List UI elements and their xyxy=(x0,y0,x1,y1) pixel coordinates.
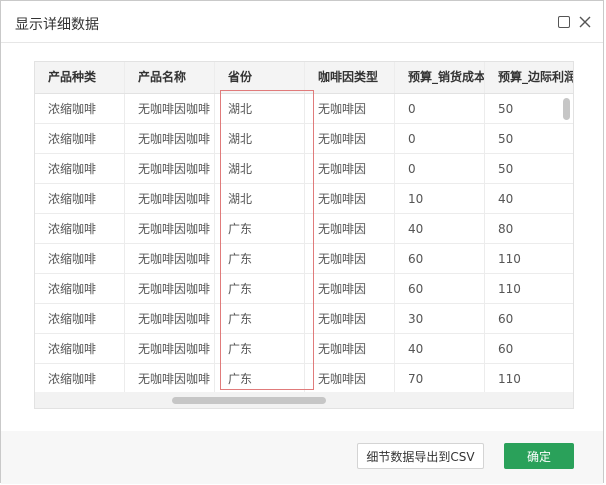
table-cell: 无咖啡因咖啡 xyxy=(125,184,215,214)
table-cell: 无咖啡因 xyxy=(305,184,395,214)
table-row[interactable]: 浓缩咖啡 无咖啡因咖啡 湖北 无咖啡因 0 50 xyxy=(35,94,573,124)
column-header[interactable]: 产品名称 xyxy=(125,62,215,93)
table-cell: 无咖啡因 xyxy=(305,154,395,184)
table-cell: 湖北 xyxy=(215,124,305,154)
table-cell: 80 xyxy=(485,214,573,244)
table-cell: 50 xyxy=(485,154,573,184)
column-header[interactable]: 产品种类 xyxy=(35,62,125,93)
table-cell: 30 xyxy=(395,304,485,334)
horizontal-scrollbar[interactable] xyxy=(172,397,326,404)
table-cell: 湖北 xyxy=(215,154,305,184)
table-cell: 10 xyxy=(395,184,485,214)
column-header[interactable]: 预算_边际利润 xyxy=(485,62,573,93)
dialog-footer: 细节数据导出到CSV 确定 xyxy=(1,431,603,484)
table-row[interactable]: 浓缩咖啡 无咖啡因咖啡 广东 无咖啡因 40 80 xyxy=(35,214,573,244)
column-header[interactable]: 咖啡因类型 xyxy=(305,62,395,93)
table-row[interactable]: 浓缩咖啡 无咖啡因咖啡 广东 无咖啡因 60 110 xyxy=(35,244,573,274)
dialog-title: 显示详细数据 xyxy=(15,17,99,33)
vertical-scrollbar[interactable] xyxy=(563,98,570,120)
table-cell: 50 xyxy=(485,124,573,154)
table-cell: 0 xyxy=(395,124,485,154)
table-cell: 60 xyxy=(395,244,485,274)
table-cell: 无咖啡因 xyxy=(305,364,395,394)
table-cell: 40 xyxy=(485,184,573,214)
table-row[interactable]: 浓缩咖啡 无咖啡因咖啡 湖北 无咖啡因 0 50 xyxy=(35,154,573,184)
table-cell: 110 xyxy=(485,274,573,304)
table-cell: 无咖啡因咖啡 xyxy=(125,274,215,304)
table-row[interactable]: 浓缩咖啡 无咖啡因咖啡 湖北 无咖啡因 0 50 xyxy=(35,124,573,154)
table-cell: 60 xyxy=(395,274,485,304)
table-cell: 浓缩咖啡 xyxy=(35,124,125,154)
table-row[interactable]: 浓缩咖啡 无咖啡因咖啡 广东 无咖啡因 70 110 xyxy=(35,364,573,394)
table-cell: 无咖啡因 xyxy=(305,124,395,154)
column-header[interactable]: 省份 xyxy=(215,62,305,93)
horizontal-scrollbar-track xyxy=(35,392,573,408)
table-cell: 0 xyxy=(395,154,485,184)
table-cell: 无咖啡因 xyxy=(305,244,395,274)
table-cell: 浓缩咖啡 xyxy=(35,244,125,274)
table-cell: 无咖啡因咖啡 xyxy=(125,304,215,334)
table-cell: 无咖啡因咖啡 xyxy=(125,154,215,184)
table-cell: 无咖啡因 xyxy=(305,334,395,364)
table-cell: 无咖啡因 xyxy=(305,214,395,244)
table-cell: 浓缩咖啡 xyxy=(35,94,125,124)
table-row[interactable]: 浓缩咖啡 无咖啡因咖啡 广东 无咖啡因 60 110 xyxy=(35,274,573,304)
export-csv-button[interactable]: 细节数据导出到CSV xyxy=(357,443,484,469)
ok-button[interactable]: 确定 xyxy=(504,443,574,469)
table-cell: 110 xyxy=(485,364,573,394)
table-cell: 广东 xyxy=(215,304,305,334)
table-cell: 广东 xyxy=(215,364,305,394)
table-cell: 60 xyxy=(485,334,573,364)
detail-data-table: 产品种类 产品名称 省份 咖啡因类型 预算_销货成本 预算_边际利润 浓缩咖啡无… xyxy=(34,61,574,409)
table-row[interactable]: 浓缩咖啡 无咖啡因咖啡 广东 无咖啡因 40 60 xyxy=(35,334,573,364)
table-cell: 浓缩咖啡 xyxy=(35,364,125,394)
table-cell: 浓缩咖啡 xyxy=(35,304,125,334)
column-header[interactable]: 预算_销货成本 xyxy=(395,62,485,93)
table-cell: 广东 xyxy=(215,274,305,304)
table-cell: 50 xyxy=(485,94,573,124)
table-cell: 无咖啡因咖啡 xyxy=(125,94,215,124)
close-icon[interactable] xyxy=(578,15,592,29)
table-cell: 浓缩咖啡 xyxy=(35,184,125,214)
dialog-header: 显示详细数据 xyxy=(1,1,603,43)
table-cell: 湖北 xyxy=(215,184,305,214)
table-cell: 广东 xyxy=(215,244,305,274)
table-cell: 40 xyxy=(395,214,485,244)
table-cell: 浓缩咖啡 xyxy=(35,334,125,364)
table-cell: 无咖啡因 xyxy=(305,94,395,124)
table-cell: 浓缩咖啡 xyxy=(35,274,125,304)
table-cell: 广东 xyxy=(215,214,305,244)
maximize-icon[interactable] xyxy=(557,15,571,29)
table-cell: 无咖啡因 xyxy=(305,274,395,304)
table-cell: 无咖啡因咖啡 xyxy=(125,364,215,394)
table-cell: 无咖啡因咖啡 xyxy=(125,334,215,364)
table-cell: 0 xyxy=(395,94,485,124)
table-cell: 湖北 xyxy=(215,94,305,124)
table-cell: 无咖啡因咖啡 xyxy=(125,124,215,154)
table-row[interactable]: 浓缩咖啡 无咖啡因咖啡 湖北 无咖啡因 10 40 xyxy=(35,184,573,214)
table-header: 产品种类 产品名称 省份 咖啡因类型 预算_销货成本 预算_边际利润 xyxy=(35,62,573,94)
detail-data-dialog: 显示详细数据 产品种类 产品名称 省份 咖啡因类型 预算_销货成本 预算_边际利… xyxy=(0,0,604,484)
table-cell: 70 xyxy=(395,364,485,394)
table-cell: 无咖啡因 xyxy=(305,304,395,334)
table-cell: 浓缩咖啡 xyxy=(35,214,125,244)
table-row[interactable]: 浓缩咖啡 无咖啡因咖啡 广东 无咖啡因 30 60 xyxy=(35,304,573,334)
table-cell: 广东 xyxy=(215,334,305,364)
table-cell: 浓缩咖啡 xyxy=(35,154,125,184)
table-cell: 无咖啡因咖啡 xyxy=(125,244,215,274)
table-cell: 无咖啡因咖啡 xyxy=(125,214,215,244)
table-cell: 40 xyxy=(395,334,485,364)
table-cell: 110 xyxy=(485,244,573,274)
table-cell: 60 xyxy=(485,304,573,334)
